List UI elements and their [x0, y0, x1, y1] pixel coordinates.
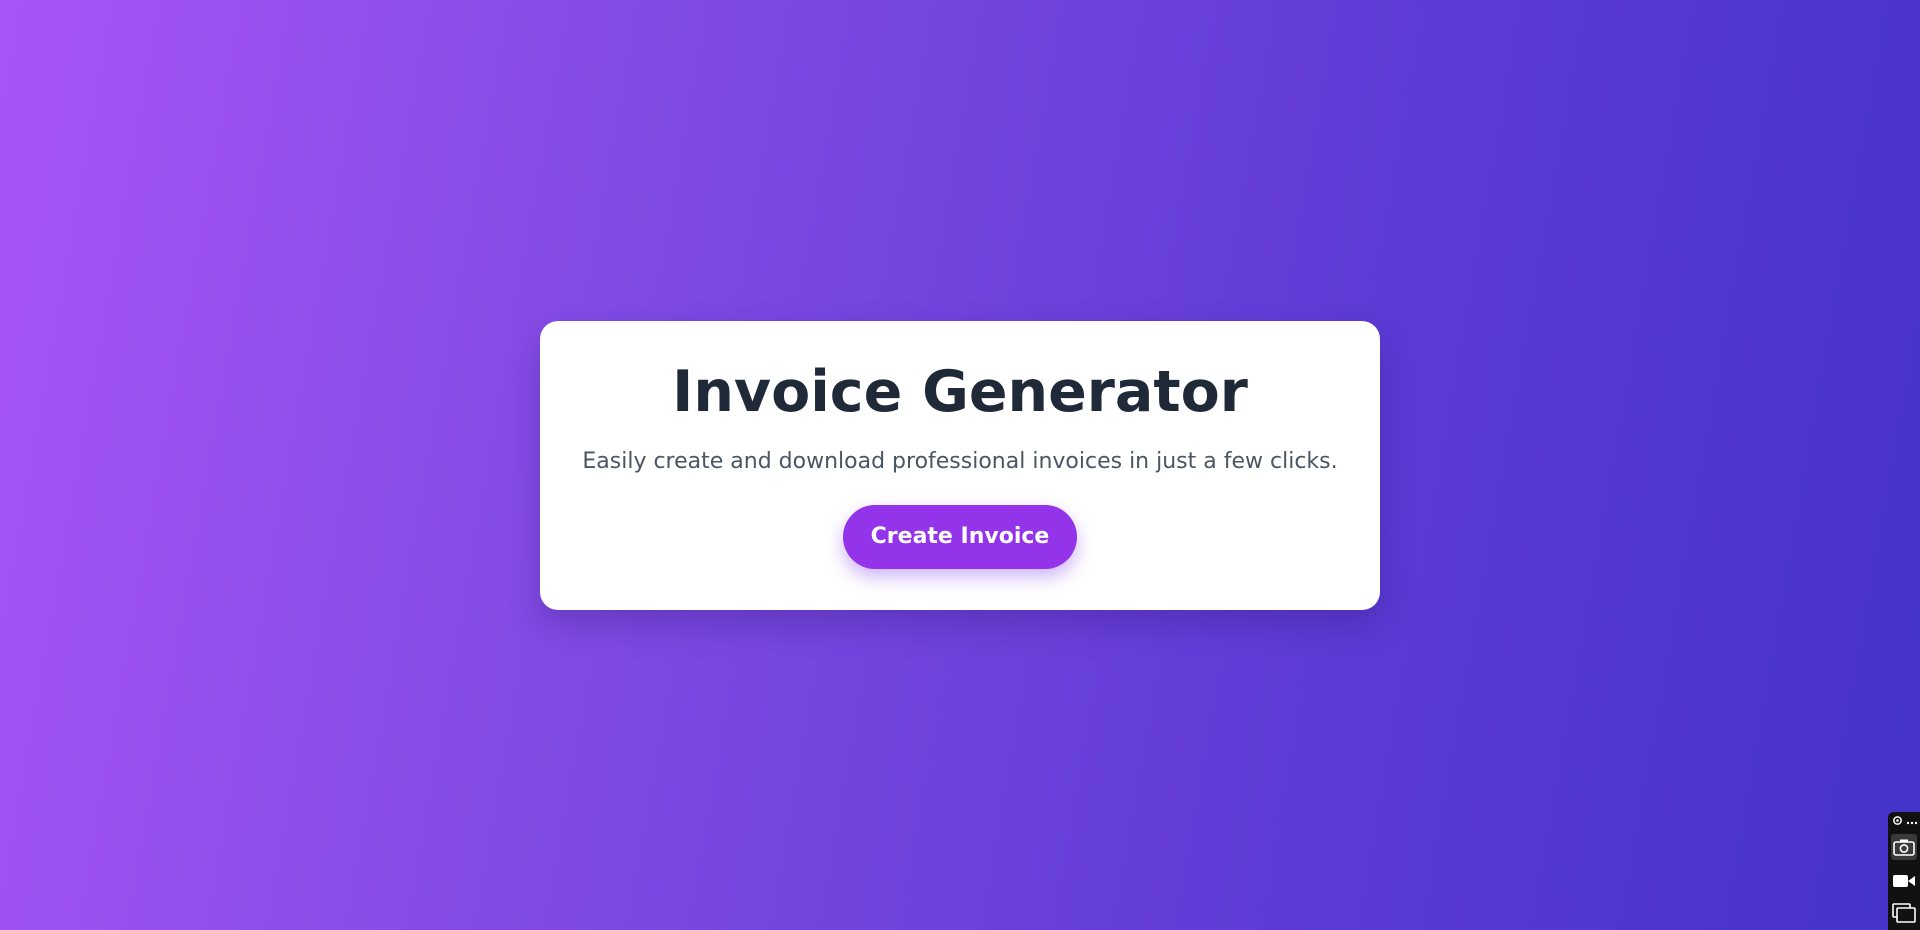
screenshot-camera-icon[interactable]	[1891, 834, 1917, 860]
video-record-icon[interactable]	[1891, 868, 1917, 894]
more-icon[interactable]	[1906, 816, 1918, 830]
create-invoice-button[interactable]: Create Invoice	[843, 505, 1077, 569]
window-capture-icon[interactable]	[1891, 900, 1917, 926]
hero-card: Invoice Generator Easily create and down…	[540, 321, 1380, 610]
page-subtitle: Easily create and download professional …	[582, 449, 1338, 474]
page-title: Invoice Generator	[672, 359, 1248, 425]
settings-icon[interactable]	[1892, 815, 1903, 831]
screen-capture-toolbar	[1888, 812, 1920, 930]
toolbar-header	[1892, 816, 1918, 830]
